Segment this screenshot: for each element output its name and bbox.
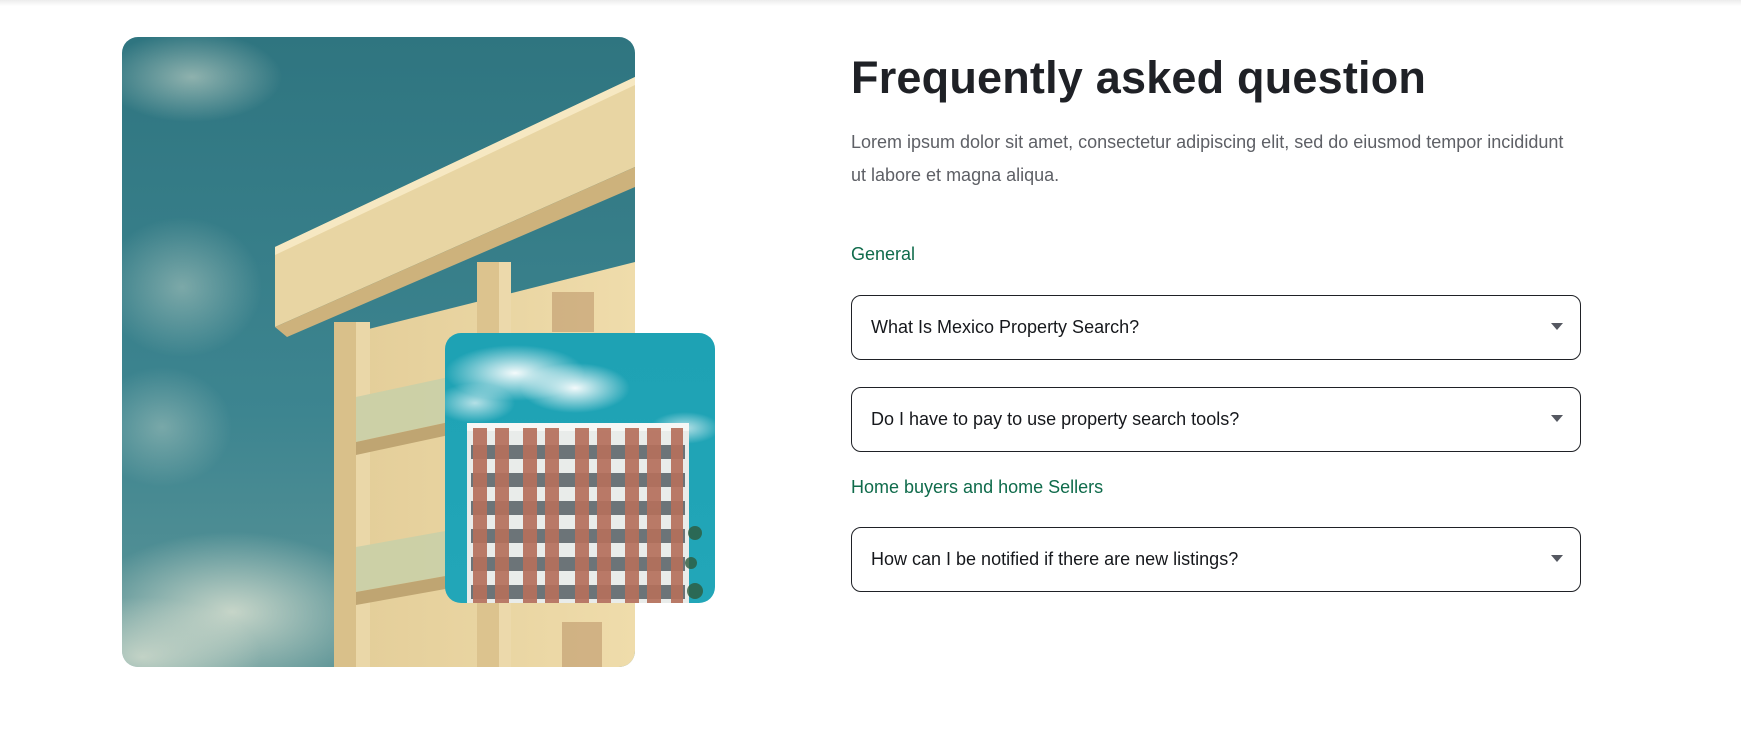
caret-down-icon[interactable] — [1551, 555, 1563, 562]
faq-question: How can I be notified if there are new l… — [871, 549, 1239, 569]
faq-category-home-buyers-sellers: Home buyers and home Sellers — [851, 477, 1104, 497]
faq-category-general: General — [851, 244, 916, 264]
faq-item-pay-for-tools[interactable]: Do I have to pay to use property search … — [851, 387, 1581, 452]
faq-question: What Is Mexico Property Search? — [871, 317, 1140, 337]
header-shadow — [0, 0, 1741, 6]
caret-down-icon[interactable] — [1551, 415, 1563, 422]
faq-question: Do I have to pay to use property search … — [871, 409, 1240, 429]
faq-title: Frequently asked question — [851, 52, 1427, 103]
apartment-building-photo — [445, 333, 715, 603]
caret-down-icon[interactable] — [1551, 323, 1563, 330]
faq-item-new-listings-notification[interactable]: How can I be notified if there are new l… — [851, 527, 1581, 592]
faq-intro-text: Lorem ipsum dolor sit amet, consectetur … — [851, 132, 1564, 185]
faq-item-mexico-property-search[interactable]: What Is Mexico Property Search? — [851, 295, 1581, 360]
